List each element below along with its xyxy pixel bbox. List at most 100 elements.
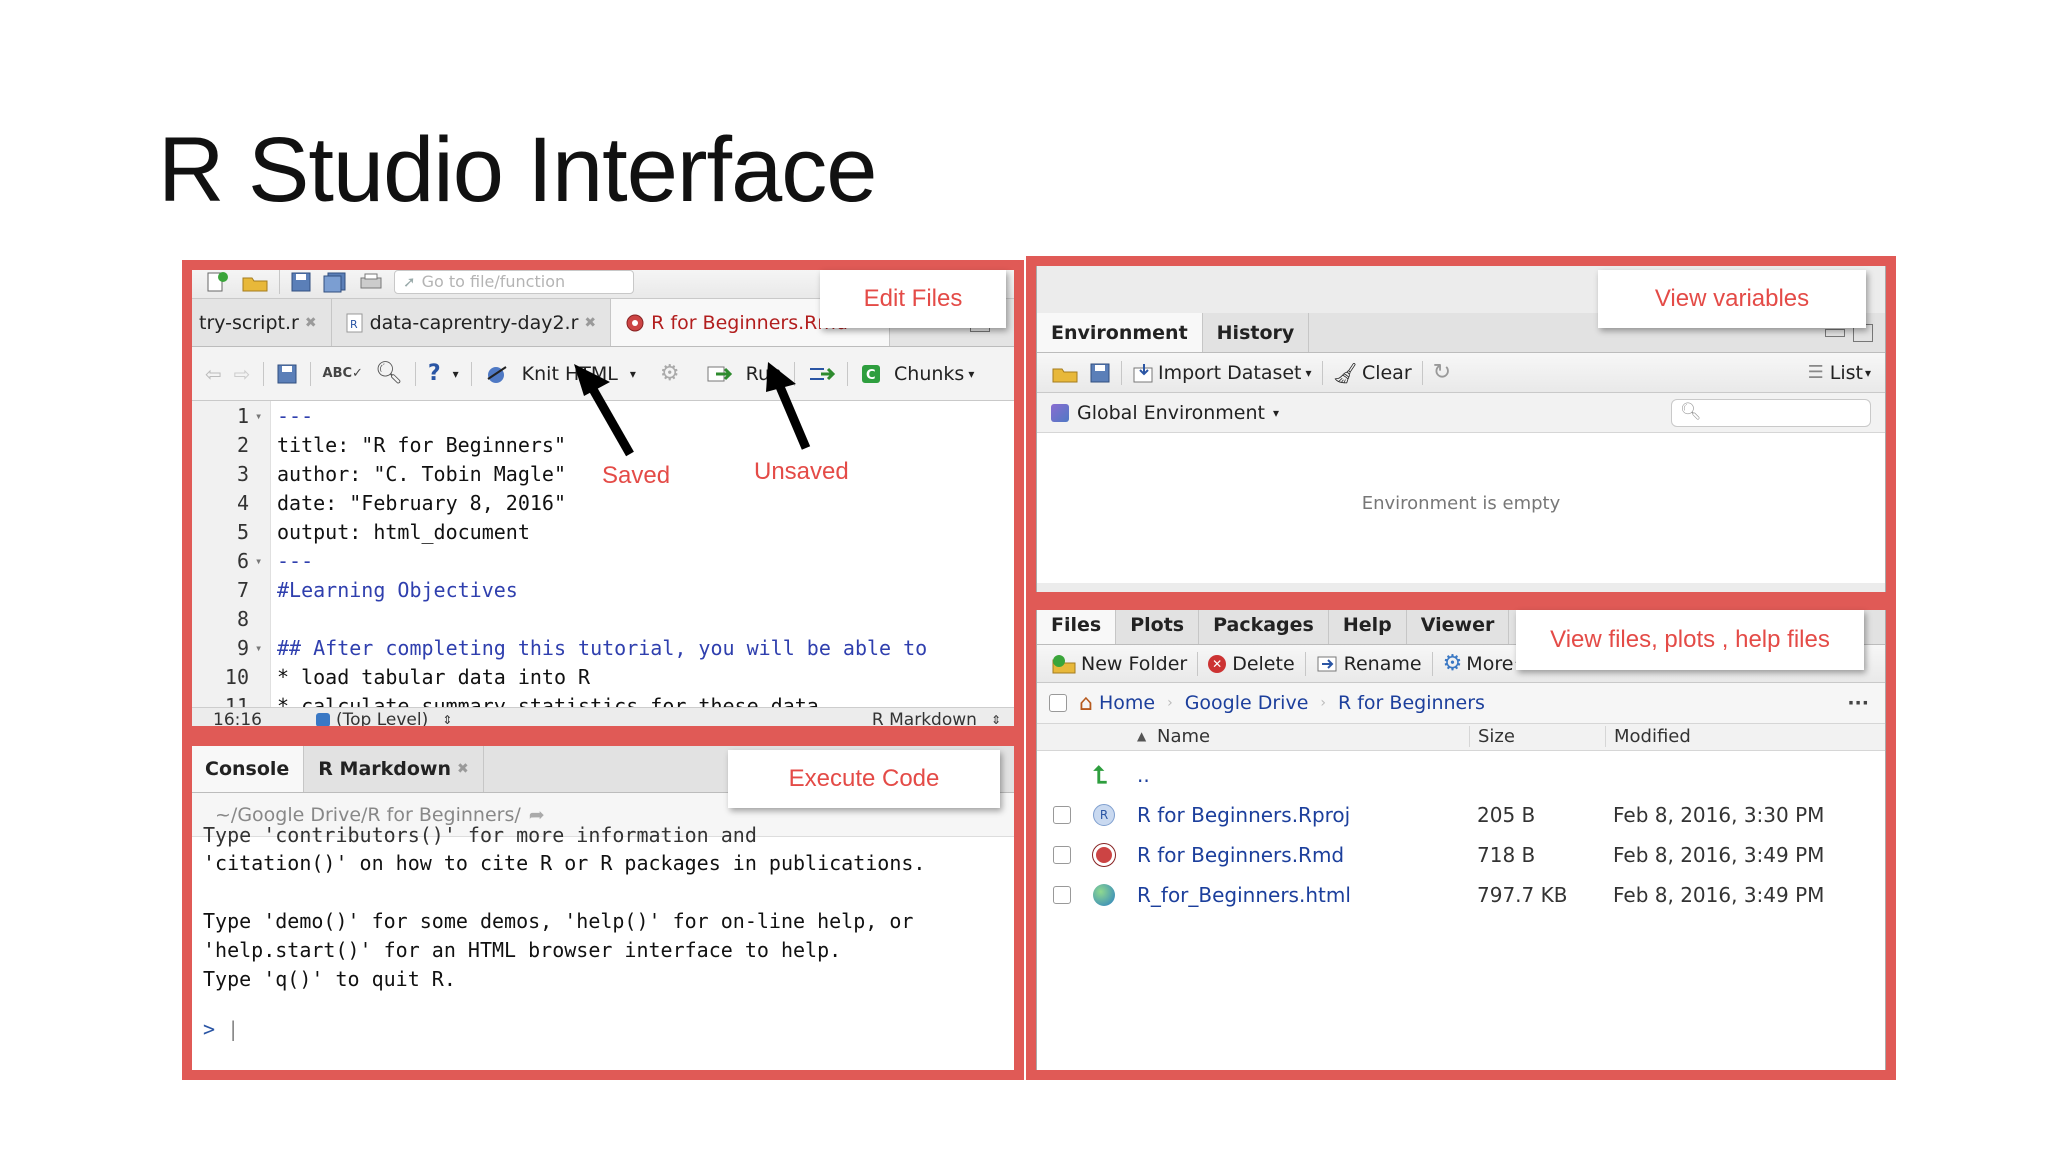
fold-icon: ▾ — [255, 408, 263, 423]
list-item-parent[interactable]: ⮤ .. — [1037, 757, 1885, 793]
tab-data-caprentry[interactable]: R data-caprentry-day2.r ✖ — [332, 299, 612, 346]
divider — [1421, 360, 1423, 385]
goto-file-input[interactable]: ➚ Go to file/function — [394, 269, 634, 294]
refresh-icon[interactable]: ↻ — [1433, 360, 1451, 385]
file-name[interactable]: R_for_Beginners.html — [1137, 883, 1351, 907]
scope-selector[interactable]: (Top Level) — [336, 710, 428, 730]
home-icon[interactable]: ⌂ — [1079, 691, 1093, 716]
code-line[interactable]: 4 date: "February 8, 2016" — [191, 488, 1015, 517]
open-folder-icon[interactable] — [1051, 362, 1079, 384]
chevron-down-icon[interactable]: ▾ — [1273, 406, 1279, 420]
minimize-pane-icon[interactable] — [1825, 328, 1845, 337]
code-line[interactable]: 7 #Learning Objectives — [191, 575, 1015, 604]
save-icon[interactable] — [1089, 362, 1111, 384]
import-dataset-button[interactable]: Import Dataset — [1158, 362, 1302, 384]
arrow-saved-icon — [574, 364, 634, 457]
file-modified: Feb 8, 2016, 3:49 PM — [1613, 883, 1825, 907]
column-size[interactable]: Size — [1469, 726, 1515, 747]
divider — [1197, 651, 1199, 676]
breadcrumb-r-for-beginners[interactable]: R for Beginners — [1338, 692, 1485, 714]
environment-selector[interactable]: Global Environment — [1077, 402, 1265, 424]
tab-console[interactable]: Console — [191, 745, 305, 792]
close-icon[interactable]: ✖ — [584, 315, 596, 331]
open-folder-icon[interactable] — [241, 271, 269, 293]
gear-icon[interactable]: ⚙ — [660, 361, 680, 386]
table-row[interactable]: R_for_Beginners.html 797.7 KB Feb 8, 201… — [1037, 877, 1885, 913]
import-dataset-icon — [1132, 362, 1156, 384]
row-checkbox[interactable] — [1053, 806, 1071, 824]
delete-button[interactable]: Delete — [1232, 653, 1294, 675]
chevron-down-icon[interactable]: ▾ — [968, 367, 974, 381]
tab-packages[interactable]: Packages — [1199, 605, 1329, 644]
code-line[interactable]: 6 ▾ --- — [191, 546, 1015, 575]
breadcrumb-google-drive[interactable]: Google Drive — [1185, 692, 1309, 714]
environment-search-input[interactable]: 🔍︎ — [1671, 399, 1871, 427]
column-modified[interactable]: Modified — [1605, 726, 1691, 747]
forward-arrow-icon[interactable]: ⇨ — [234, 362, 251, 386]
view-mode-selector[interactable]: List — [1830, 362, 1863, 384]
updown-icon: ⇕ — [442, 712, 453, 727]
select-all-checkbox[interactable] — [1049, 694, 1067, 712]
file-name[interactable]: R for Beginners.Rmd — [1137, 843, 1344, 867]
run-icon[interactable] — [706, 363, 734, 385]
divider — [1431, 651, 1433, 676]
chevron-right-icon: › — [1320, 695, 1326, 711]
search-icon[interactable]: 🔍︎ — [375, 361, 403, 386]
save-icon[interactable] — [276, 363, 298, 385]
file-type-selector[interactable]: R Markdown — [872, 710, 977, 730]
row-checkbox[interactable] — [1053, 846, 1071, 864]
rename-button[interactable]: Rename — [1344, 653, 1422, 675]
spellcheck-icon[interactable]: ABC✓ — [323, 366, 363, 381]
code-line[interactable]: 5 output: html_document — [191, 517, 1015, 546]
breadcrumb-home[interactable]: Home — [1099, 692, 1155, 714]
knit-yarn-icon[interactable] — [484, 363, 510, 385]
tab-plots[interactable]: Plots — [1116, 605, 1200, 644]
chevron-down-icon[interactable]: ▾ — [1865, 366, 1871, 380]
code-line[interactable]: 10 * load tabular data into R — [191, 662, 1015, 691]
file-size: 718 B — [1477, 843, 1536, 867]
chunk-icon[interactable]: C — [860, 363, 882, 385]
chunks-button[interactable]: Chunks — [894, 363, 964, 385]
tab-try-script[interactable]: try-script.r ✖ — [191, 299, 332, 346]
tab-history[interactable]: History — [1203, 313, 1310, 352]
close-icon[interactable]: ✖ — [457, 761, 469, 777]
fold-icon: ▾ — [255, 553, 263, 568]
new-folder-button[interactable]: New Folder — [1081, 653, 1187, 675]
chevron-down-icon[interactable]: ▾ — [1306, 366, 1312, 380]
back-arrow-icon[interactable]: ⇦ — [205, 362, 222, 386]
column-name[interactable]: Name — [1157, 726, 1210, 747]
rename-icon — [1316, 653, 1338, 675]
code-line[interactable]: 9 ▾ ## After completing this tutorial, you… — [191, 633, 1015, 662]
more-button[interactable]: More — [1466, 653, 1513, 675]
table-row[interactable]: R for Beginners.Rmd 718 B Feb 8, 2016, 3… — [1037, 837, 1885, 873]
tab-r-markdown[interactable]: R Markdown ✖ — [304, 745, 484, 792]
row-checkbox[interactable] — [1053, 886, 1071, 904]
clear-button[interactable]: Clear — [1362, 362, 1412, 384]
file-size: 205 B — [1477, 803, 1536, 827]
divider — [470, 361, 472, 386]
console-prompt[interactable]: > | — [203, 1017, 239, 1041]
table-row[interactable]: R R for Beginners.Rproj 205 B Feb 8, 201… — [1037, 797, 1885, 833]
tab-environment[interactable]: Environment — [1037, 313, 1203, 352]
tab-help[interactable]: Help — [1329, 605, 1407, 644]
divider — [1121, 360, 1122, 385]
new-file-icon[interactable] — [205, 271, 231, 293]
console-line: Type 'contributors()' for more informati… — [203, 823, 757, 847]
help-icon[interactable]: ? — [428, 361, 441, 386]
more-dots-icon[interactable]: ··· — [1847, 692, 1869, 714]
tab-files[interactable]: Files — [1037, 605, 1117, 644]
console-line: Type 'demo()' for some demos, 'help()' f… — [203, 909, 914, 933]
tab-viewer[interactable]: Viewer — [1407, 605, 1510, 644]
print-icon[interactable] — [358, 271, 384, 293]
chevron-down-icon[interactable]: ▾ — [453, 367, 459, 381]
console-output[interactable]: Type 'contributors()' for more informati… — [191, 823, 1015, 1071]
sort-up-icon: ▲ — [1137, 729, 1147, 743]
code-line[interactable]: 8 — [191, 604, 1015, 633]
file-name[interactable]: R for Beginners.Rproj — [1137, 803, 1350, 827]
close-icon[interactable]: ✖ — [305, 315, 317, 331]
arrow-icon: ➚ — [403, 272, 416, 291]
save-icon[interactable] — [290, 271, 312, 293]
parent-directory-link[interactable]: .. — [1137, 763, 1150, 787]
save-all-icon[interactable] — [322, 271, 348, 293]
html-file-icon — [1093, 884, 1115, 906]
